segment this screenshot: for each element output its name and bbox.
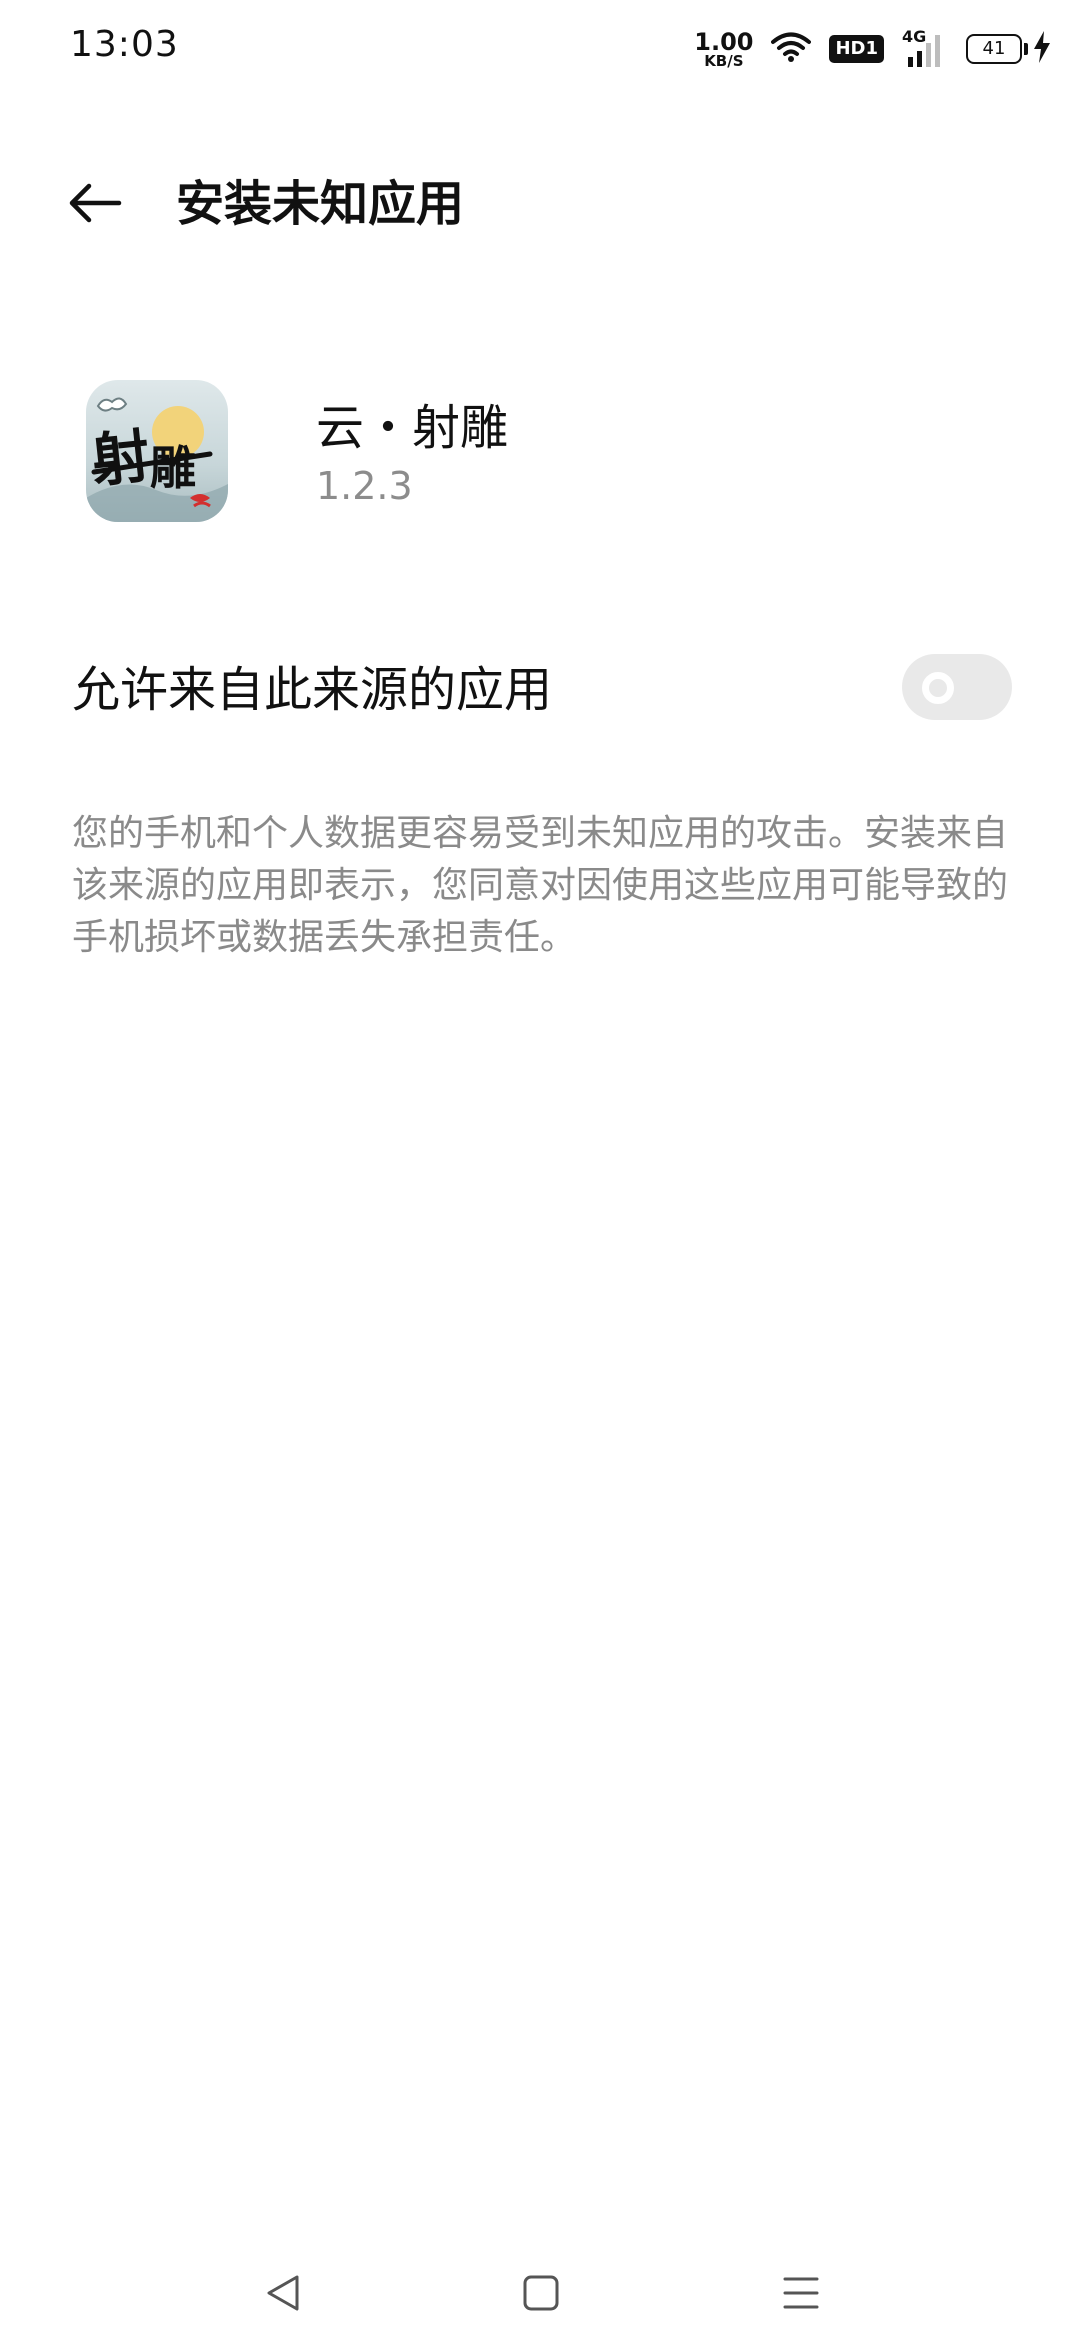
back-button[interactable] bbox=[60, 170, 130, 240]
back-triangle-icon bbox=[261, 2271, 305, 2319]
nav-home-button[interactable] bbox=[506, 2260, 576, 2330]
battery-icon: 41 bbox=[966, 31, 1052, 67]
nav-bar bbox=[0, 2240, 1080, 2340]
app-version: 1.2.3 bbox=[316, 464, 413, 508]
status-time: 13:03 bbox=[70, 24, 179, 65]
allow-source-toggle[interactable] bbox=[902, 654, 1012, 720]
nav-menu-button[interactable] bbox=[766, 2260, 836, 2330]
net-speed-value: 1.00 bbox=[694, 27, 754, 56]
svg-text:雕: 雕 bbox=[150, 441, 196, 495]
net-speed-unit: KB/S bbox=[704, 51, 744, 70]
toggle-knob bbox=[922, 672, 954, 704]
wifi-icon bbox=[771, 31, 812, 67]
back-arrow-icon bbox=[67, 181, 123, 229]
page-title: 安装未知应用 bbox=[176, 176, 465, 232]
warning-description: 您的手机和个人数据更容易受到未知应用的攻击。安装来自该来源的应用即表示，您同意对… bbox=[72, 813, 1009, 958]
net-speed: 1.00 KB/S bbox=[694, 30, 753, 69]
allow-source-setting[interactable]: 允许来自此来源的应用 bbox=[0, 640, 1080, 740]
battery-level: 41 bbox=[966, 34, 1022, 64]
allow-source-label: 允许来自此来源的应用 bbox=[72, 662, 553, 718]
app-icon: 射 雕 bbox=[86, 380, 228, 522]
app-name: 云・射雕 bbox=[316, 400, 509, 456]
svg-text:射: 射 bbox=[88, 422, 153, 496]
home-square-icon bbox=[519, 2271, 563, 2319]
hd-badge: HD1 bbox=[829, 35, 884, 63]
nav-back-button[interactable] bbox=[248, 2260, 318, 2330]
status-icons: 1.00 KB/S HD1 4G 41 bbox=[694, 24, 1052, 74]
status-bar: 13:03 1.00 KB/S HD1 4G 41 bbox=[0, 0, 1080, 96]
menu-lines-icon bbox=[779, 2271, 823, 2319]
battery-cap bbox=[1024, 43, 1028, 55]
screen: 13:03 1.00 KB/S HD1 4G 41 安装未知应用 射 雕 云・射… bbox=[0, 0, 1080, 2340]
charging-icon bbox=[1032, 31, 1052, 67]
signal-icon: 4G bbox=[902, 29, 948, 69]
